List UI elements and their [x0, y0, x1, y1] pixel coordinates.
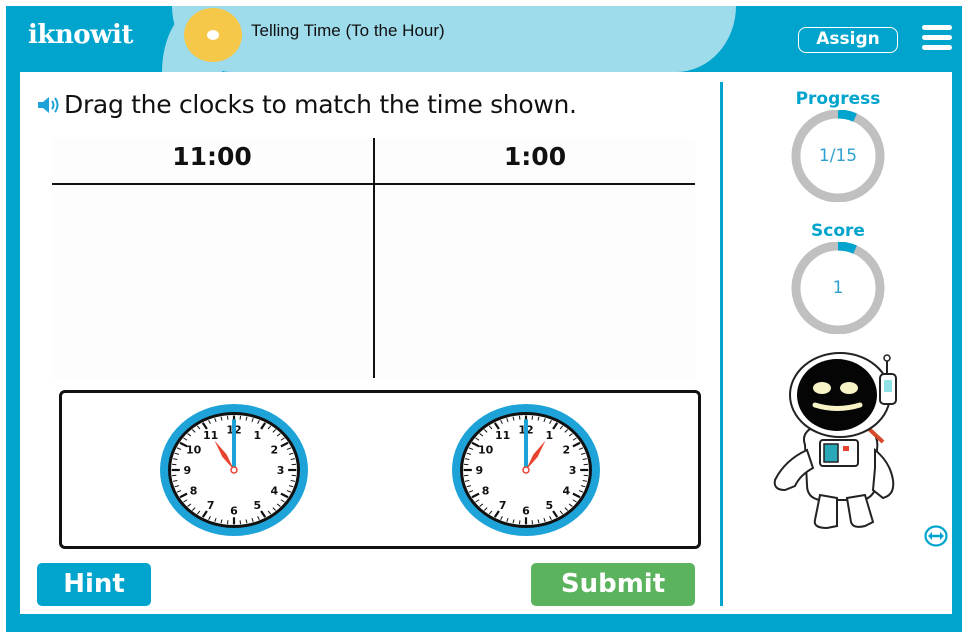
- clock-number: 1: [545, 429, 553, 442]
- question-prompt: Drag the clocks to match the time shown.: [36, 90, 577, 119]
- drop-zone-1-00[interactable]: [375, 186, 695, 376]
- clock-number: 6: [522, 505, 530, 518]
- draggable-clock-11-00[interactable]: 121234567891011: [158, 402, 310, 538]
- progress-value: 1/15: [818, 146, 858, 166]
- clock-number: 3: [277, 464, 285, 477]
- ring-fill: [837, 242, 857, 254]
- clock-number: 1: [253, 429, 261, 442]
- lesson-title: Telling Time (To the Hour): [251, 21, 445, 40]
- clock-number: 9: [476, 464, 484, 477]
- logo[interactable]: iknowit: [28, 20, 133, 50]
- clock-tray: [59, 390, 701, 549]
- clock-number: 8: [482, 484, 490, 497]
- clock-number: 9: [184, 464, 192, 477]
- expand-arrows-icon[interactable]: [924, 525, 948, 547]
- clock-number: 4: [271, 484, 279, 497]
- clock-number: 8: [190, 484, 198, 497]
- clock-number: 5: [253, 499, 261, 512]
- clock-number: 4: [563, 484, 571, 497]
- column-header-1-00: 1:00: [503, 142, 567, 171]
- hint-button[interactable]: Hint: [37, 563, 151, 606]
- hamburger-menu-icon[interactable]: [922, 25, 952, 51]
- clock-center-pin: [522, 466, 530, 474]
- clock-number: 7: [207, 499, 215, 512]
- clock-number: 3: [569, 464, 577, 477]
- column-header-11-00: 11:00: [172, 142, 252, 171]
- score-label: Score: [811, 221, 865, 241]
- clock-number: 5: [545, 499, 553, 512]
- score-value: 1: [832, 278, 844, 298]
- clock-number: 11: [495, 429, 510, 442]
- draggable-clock-1-00[interactable]: 121234567891011: [450, 402, 602, 538]
- clock-number: 11: [203, 429, 218, 442]
- clock-number: 7: [499, 499, 507, 512]
- prompt-text: Drag the clocks to match the time shown.: [64, 90, 577, 119]
- clock-number: 6: [230, 505, 238, 518]
- assign-button[interactable]: Assign: [798, 27, 898, 53]
- panel-divider: [720, 82, 723, 606]
- drop-zone-11-00[interactable]: [52, 186, 372, 376]
- clock-center-pin: [230, 466, 238, 474]
- clock-number: 10: [478, 444, 494, 457]
- astronaut-mascot: [773, 352, 897, 530]
- submit-button[interactable]: Submit: [531, 563, 695, 606]
- clock-number: 10: [186, 444, 202, 457]
- clock-number: 2: [271, 444, 279, 457]
- header: iknowit Assign: [6, 6, 962, 72]
- speaker-icon[interactable]: [36, 93, 64, 117]
- progress-label: Progress: [795, 89, 881, 109]
- clock-topic-icon: [184, 8, 242, 62]
- ring-fill: [837, 110, 857, 122]
- clock-number: 2: [563, 444, 571, 457]
